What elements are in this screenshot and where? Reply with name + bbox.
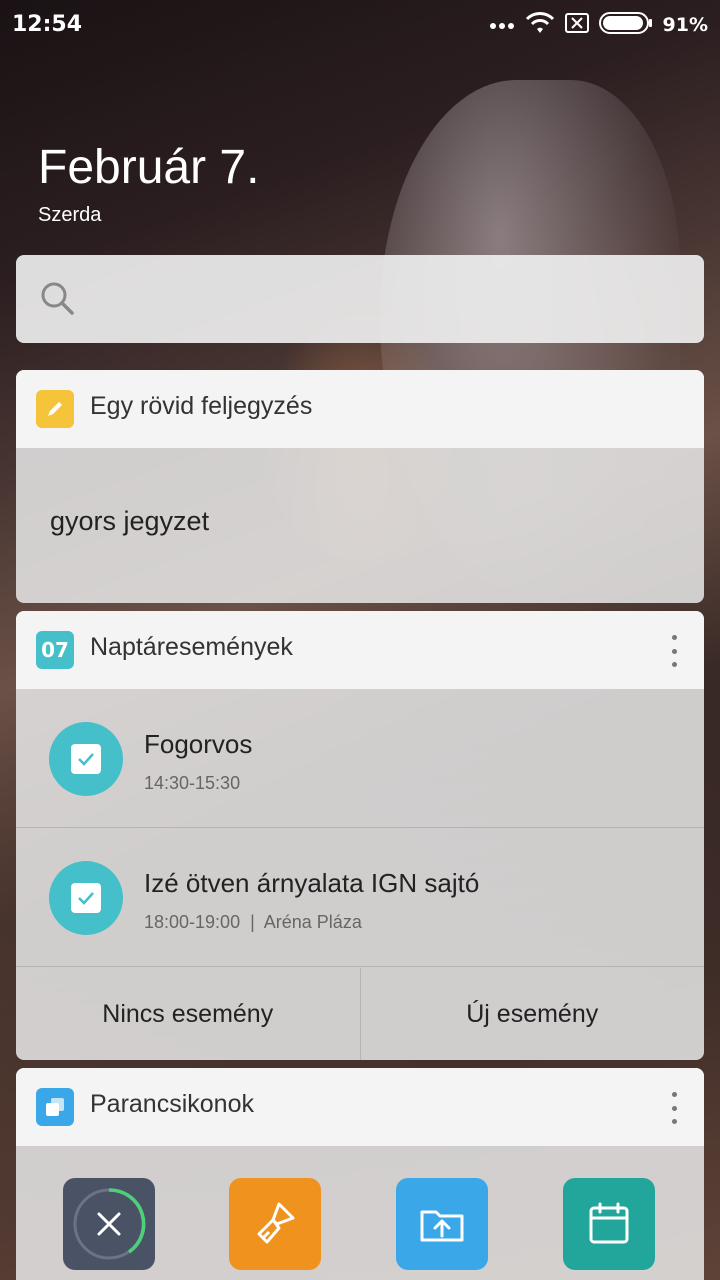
- calendar-card-title: Naptáresemények: [90, 633, 293, 661]
- wifi-icon: [525, 11, 555, 39]
- note-card[interactable]: Egy rövid feljegyzés gyors jegyzet: [16, 370, 704, 603]
- shortcuts-card-title: Parancsikonok: [90, 1090, 254, 1118]
- calendar-card: 07 Naptáresemények Fogorvos 14:30-15:30 …: [16, 611, 704, 1060]
- calendar-date-icon: 07: [36, 631, 74, 669]
- checkbox-icon: [71, 883, 101, 913]
- event-icon: [49, 722, 123, 796]
- event-time: 18:00-19:00 | Aréna Pláza: [144, 912, 362, 932]
- weekday-label: Szerda: [38, 204, 102, 226]
- shortcuts-card-header: Parancsikonok: [16, 1068, 704, 1146]
- status-icons: 91%: [489, 10, 708, 40]
- battery-percent: 91%: [662, 14, 708, 36]
- event-title: Fogorvos: [144, 729, 253, 759]
- battery-icon: [598, 12, 653, 38]
- status-bar: 12:54 91%: [0, 0, 720, 50]
- no-sim-icon: [564, 13, 589, 37]
- calendar-actions: Nincs esemény Új esemény: [16, 968, 704, 1060]
- event-title: Izé ötven árnyalata IGN sajtó: [144, 868, 480, 898]
- event-icon: [49, 861, 123, 935]
- status-time: 12:54: [12, 12, 83, 37]
- list-item[interactable]: Izé ötven árnyalata IGN sajtó 18:00-19:0…: [16, 828, 704, 967]
- event-time: 14:30-15:30: [144, 773, 241, 793]
- note-text[interactable]: gyors jegyzet: [50, 506, 209, 537]
- more-dots-icon: [489, 16, 515, 35]
- checkbox-icon: [71, 744, 101, 774]
- calendar-card-header: 07 Naptáresemények: [16, 611, 704, 689]
- calendar-icon[interactable]: [563, 1178, 655, 1270]
- note-card-title: Egy rövid feljegyzés: [90, 392, 313, 420]
- shortcut-row: [16, 1146, 704, 1280]
- shortcuts-card: Parancsikonok: [16, 1068, 704, 1280]
- date-title: Február 7.: [38, 141, 260, 194]
- search-icon: [38, 279, 78, 319]
- pencil-icon: [36, 390, 74, 428]
- new-event-button[interactable]: Új esemény: [361, 968, 705, 1060]
- more-options-icon[interactable]: [668, 1092, 680, 1124]
- no-event-button[interactable]: Nincs esemény: [16, 968, 361, 1060]
- list-item[interactable]: Fogorvos 14:30-15:30: [16, 689, 704, 828]
- shortcuts-icon: [36, 1088, 74, 1126]
- brush-icon[interactable]: [229, 1178, 321, 1270]
- search-input[interactable]: [16, 255, 704, 343]
- upload-folder-icon[interactable]: [396, 1178, 488, 1270]
- more-options-icon[interactable]: [668, 635, 680, 667]
- clean-close-icon[interactable]: [63, 1178, 155, 1270]
- note-card-header: Egy rövid feljegyzés: [16, 370, 704, 448]
